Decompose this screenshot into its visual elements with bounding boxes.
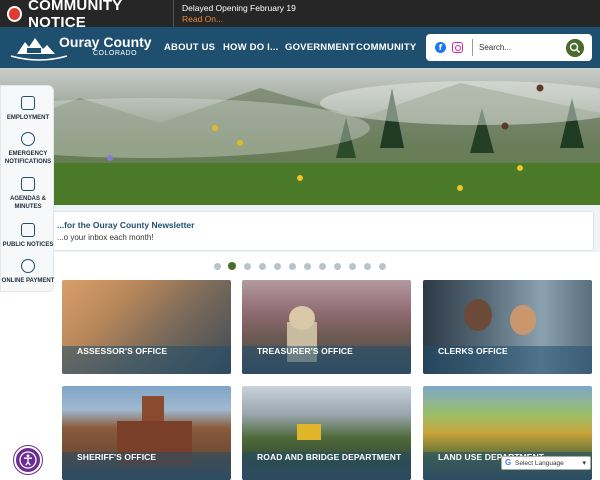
chevron-down-icon: ▾ — [582, 460, 586, 467]
tile-label: CLERKS OFFICE — [438, 346, 508, 356]
quick-links-panel: EMPLOYMENT EMERGENCY NOTIFICATIONS AGEND… — [0, 85, 54, 292]
nav-about-us[interactable]: ABOUT US — [164, 42, 215, 53]
nav-community[interactable]: COMMUNITY — [356, 42, 416, 53]
tile-label: SHERIFF'S OFFICE — [77, 452, 157, 462]
quick-link-employment[interactable]: EMPLOYMENT — [1, 96, 55, 122]
notice-content: Delayed Opening February 19 Read On... — [174, 3, 296, 25]
tile-clerks-office[interactable]: CLERKS OFFICE — [423, 280, 592, 374]
search-bar: f — [426, 34, 592, 61]
slider-dot[interactable] — [244, 263, 251, 270]
calendar-icon — [21, 177, 35, 191]
briefcase-icon — [21, 96, 35, 110]
tile-treasurers-office[interactable]: TREASURER'S OFFICE — [242, 280, 411, 374]
tile-label: ASSESSOR'S OFFICE — [77, 346, 168, 356]
quick-link-label: EMERGENCY NOTIFICATIONS — [4, 151, 52, 165]
slider-dot[interactable] — [214, 263, 221, 270]
newsletter-signup-banner[interactable]: ...for the Ouray County Newsletter ...o … — [20, 211, 594, 251]
hero-scenery-art — [0, 81, 600, 205]
search-input[interactable] — [479, 39, 559, 56]
search-divider — [472, 39, 473, 56]
slider-pagination — [0, 261, 600, 271]
slider-dot[interactable] — [274, 263, 281, 270]
community-notice-bar: COMMUNITY NOTICE Delayed Opening Februar… — [0, 0, 600, 31]
newsletter-title[interactable]: ...for the Ouray County Newsletter — [57, 220, 194, 230]
google-g-icon: G — [505, 458, 512, 467]
search-button-icon[interactable] — [566, 39, 584, 57]
notice-title: COMMUNITY NOTICE — [28, 0, 123, 31]
nav-government[interactable]: GOVERNMENT — [285, 42, 355, 53]
quick-link-label: AGENDAS & MINUTES — [9, 196, 46, 210]
chat-alert-icon — [21, 132, 35, 146]
book-icon — [21, 223, 35, 237]
quick-link-label: ONLINE PAYMENT — [1, 278, 55, 284]
translate-label: Select Language — [515, 460, 564, 467]
slider-dot[interactable] — [364, 263, 371, 270]
tile-label: ROAD AND BRIDGE DEPARTMENT — [257, 452, 402, 462]
slider-dot[interactable] — [289, 263, 296, 270]
slider-dot[interactable] — [349, 263, 356, 270]
accessibility-person-icon — [19, 451, 37, 469]
quick-link-agendas-minutes[interactable]: AGENDAS & MINUTES — [1, 177, 55, 211]
tile-assessors-office[interactable]: ASSESSOR'S OFFICE — [62, 280, 231, 374]
community-notice-heading: COMMUNITY NOTICE — [0, 0, 174, 31]
hero-image-mountain-wildflowers — [0, 68, 600, 205]
slider-dot-active[interactable] — [228, 262, 236, 270]
instagram-icon[interactable] — [452, 42, 463, 53]
nav-how-do-i[interactable]: HOW DO I... — [223, 42, 279, 53]
notice-read-on-link[interactable]: Read On... — [182, 14, 296, 25]
tile-road-and-bridge-department[interactable]: ROAD AND BRIDGE DEPARTMENT — [242, 386, 411, 480]
slider-dot[interactable] — [259, 263, 266, 270]
quick-link-emergency-notifications[interactable]: EMERGENCY NOTIFICATIONS — [1, 132, 55, 166]
quick-link-label: EMPLOYMENT — [6, 115, 50, 121]
site-header: Ouray County COLORADO ABOUT US HOW DO I.… — [0, 27, 600, 68]
logo-state-name: COLORADO — [93, 50, 138, 57]
notice-text: Delayed Opening February 19 — [182, 2, 296, 13]
alert-dot-icon — [7, 5, 23, 22]
facebook-icon[interactable]: f — [435, 42, 446, 53]
slider-dot[interactable] — [304, 263, 311, 270]
card-payment-icon — [21, 259, 35, 273]
google-translate-select[interactable]: G Select Language ▾ — [501, 456, 591, 470]
accessibility-widget-button[interactable] — [14, 446, 42, 474]
slider-dot[interactable] — [334, 263, 341, 270]
logo-county-name[interactable]: Ouray County — [59, 34, 152, 50]
slider-dot[interactable] — [319, 263, 326, 270]
tile-label: TREASURER'S OFFICE — [257, 346, 353, 356]
quick-link-label: PUBLIC NOTICES — [2, 242, 54, 248]
quick-link-online-payment[interactable]: ONLINE PAYMENT — [1, 259, 55, 285]
tile-sheriffs-office[interactable]: SHERIFF'S OFFICE — [62, 386, 231, 480]
quick-link-public-notices[interactable]: PUBLIC NOTICES — [1, 223, 55, 249]
slider-dot[interactable] — [379, 263, 386, 270]
newsletter-subtitle: ...o your inbox each month! — [57, 233, 154, 242]
